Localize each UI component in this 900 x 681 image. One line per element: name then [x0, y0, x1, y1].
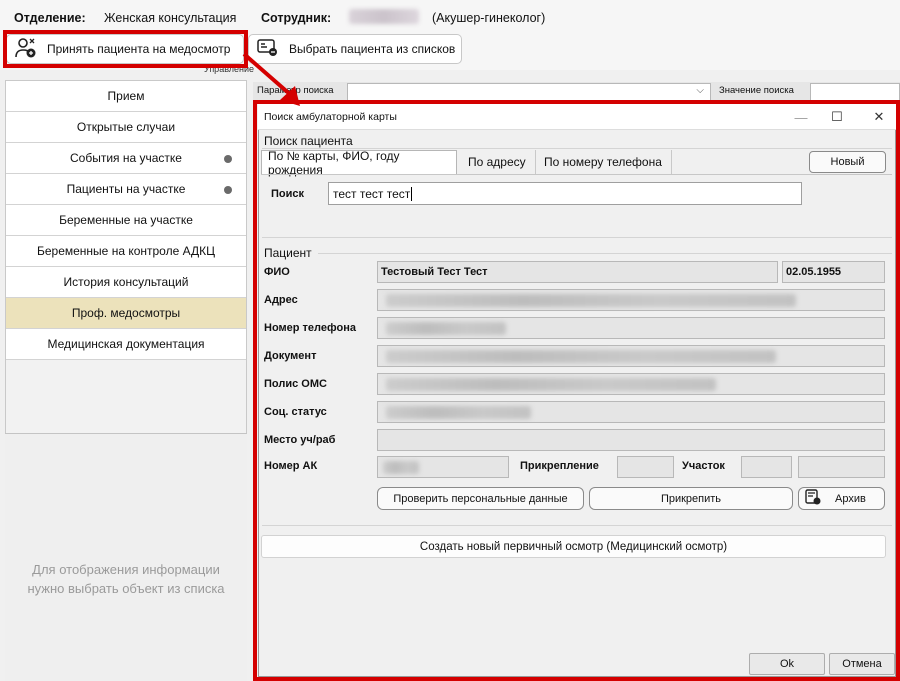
search-value-input[interactable] — [810, 83, 900, 101]
sidebar-item-checkups[interactable]: Проф. медосмотры — [6, 298, 246, 329]
employee-role: (Акушер-гинеколог) — [432, 11, 546, 25]
sidebar-item-label: Беременные на контроле АДКЦ — [36, 244, 215, 258]
empty-hint-line: Для отображения информации — [32, 562, 220, 577]
sidebar-item-pregnant-control[interactable]: Беременные на контроле АДКЦ — [6, 236, 246, 267]
department-label: Отделение: — [14, 11, 86, 25]
employee-name-redacted — [349, 9, 419, 24]
empty-hint: Для отображения информации нужно выбрать… — [5, 560, 247, 598]
sidebar-item-history[interactable]: История консультаций — [6, 267, 246, 298]
sidebar-item-reception[interactable]: Прием — [6, 81, 246, 112]
sidebar-item-district-events[interactable]: События на участке — [6, 143, 246, 174]
chevron-down-icon: ⌵ — [696, 85, 704, 96]
search-value-label: Значение поиска — [719, 85, 794, 96]
status-dot — [224, 186, 232, 194]
highlight-box — [253, 100, 900, 681]
sidebar-item-district-patients[interactable]: Пациенты на участке — [6, 174, 246, 205]
arrow-annotation — [242, 52, 300, 106]
sidebar-item-label: История консультаций — [63, 275, 189, 289]
sidebar-item-label: Проф. медосмотры — [71, 306, 181, 320]
empty-hint-line: нужно выбрать объект из списка — [27, 581, 225, 596]
sidebar-item-label: События на участке — [70, 151, 182, 165]
sidebar-item-label: Открытые случаи — [76, 120, 176, 134]
search-param-select[interactable]: ⌵ — [347, 83, 711, 101]
sidebar-item-label: Прием — [107, 89, 145, 103]
sidebar-item-pregnant-district[interactable]: Беременные на участке — [6, 205, 246, 236]
sidebar-item-open-cases[interactable]: Открытые случаи — [6, 112, 246, 143]
status-dot — [224, 155, 232, 163]
employee-label: Сотрудник: — [261, 11, 332, 25]
sidebar-item-label: Медицинская документация — [47, 337, 205, 351]
choose-patient-label: Выбрать пациента из списков — [289, 42, 456, 56]
details-panel: Для отображения информации нужно выбрать… — [5, 433, 247, 681]
sidebar-item-label: Беременные на участке — [59, 213, 193, 227]
search-param-bar: Параметр поиска ⌵ Значение поиска — [253, 82, 900, 102]
department-value: Женская консультация — [104, 11, 237, 25]
highlight-box — [3, 30, 248, 68]
sidebar-item-documents[interactable]: Медицинская документация — [6, 329, 246, 360]
sidebar-item-label: Пациенты на участке — [66, 182, 186, 196]
